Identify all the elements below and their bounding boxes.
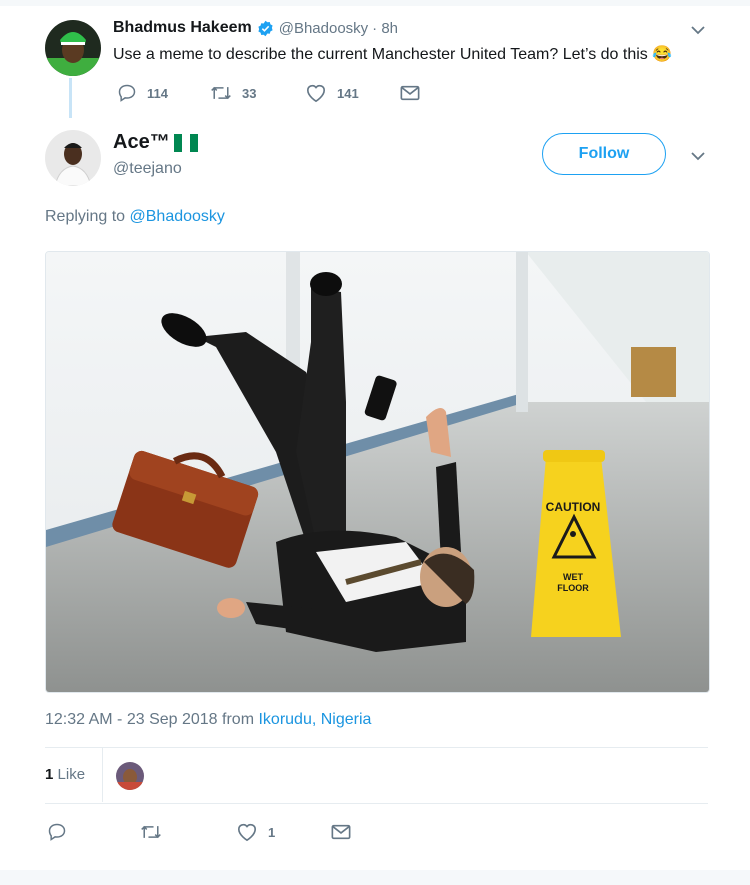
top-strip (0, 0, 750, 6)
message-icon[interactable] (331, 823, 351, 841)
sign-caution-text: CAUTION (546, 500, 601, 514)
liker-avatar[interactable] (116, 762, 144, 790)
like-stat-count: 1 (45, 766, 54, 783)
reply-icon[interactable] (117, 83, 137, 103)
chevron-down-icon[interactable] (690, 150, 706, 162)
bottom-strip (0, 870, 750, 885)
reply-author-name[interactable]: Ace™ (113, 131, 170, 154)
tweet-time[interactable]: · 8h (372, 20, 398, 37)
sign-wet-text: WET (563, 572, 583, 582)
sign-floor-text: FLOOR (557, 583, 589, 593)
reply-icon[interactable] (47, 822, 67, 842)
meme-image[interactable]: CAUTION WET FLOOR (45, 251, 710, 693)
like-action[interactable]: 141 (305, 83, 359, 103)
tweet-body: Use a meme to describe the current Manch… (113, 46, 648, 63)
retweet-icon[interactable] (140, 822, 162, 842)
heart-icon[interactable] (236, 822, 258, 842)
divider-top (45, 747, 708, 748)
reply-count: 114 (147, 85, 168, 101)
replying-handle-link[interactable]: @Bhadoosky (130, 208, 225, 225)
bottom-like-count: 1 (268, 824, 276, 840)
follow-button[interactable]: Follow (542, 133, 666, 175)
bottom-like-action[interactable]: 1 (236, 822, 275, 842)
laughing-emoji: 😂 (652, 46, 673, 63)
tweet-timestamp[interactable]: 12:32 AM - 23 Sep 2018 from (45, 711, 254, 728)
verified-icon (257, 20, 274, 37)
tweet-header: Bhadmus Hakeem @Bhadoosky · 8h (113, 19, 398, 37)
like-stat-divider (102, 748, 103, 802)
author-name[interactable]: Bhadmus Hakeem (113, 19, 252, 37)
chevron-down-icon[interactable] (690, 24, 706, 36)
message-icon[interactable] (400, 84, 420, 102)
heart-icon[interactable] (305, 83, 327, 103)
retweet-count: 33 (242, 85, 257, 101)
reply-author-row: Ace™ (113, 131, 198, 154)
replying-label: Replying to (45, 208, 126, 225)
avatar-bhadmus[interactable] (45, 20, 101, 76)
reply-author-handle[interactable]: @teejano (113, 160, 182, 178)
avatar-ace[interactable] (45, 130, 101, 186)
author-handle[interactable]: @Bhadoosky (279, 20, 368, 37)
thread-line (69, 78, 72, 118)
like-stats[interactable]: 1 Like (45, 766, 85, 783)
like-stat-label: Like (57, 766, 86, 783)
retweet-action[interactable]: 33 (210, 83, 256, 103)
like-count: 141 (337, 85, 359, 101)
tweet-location-link[interactable]: Ikorudu, Nigeria (258, 711, 371, 728)
nigeria-flag-icon (173, 133, 198, 152)
replying-to: Replying to @Bhadoosky (45, 208, 225, 226)
reply-action[interactable]: 114 (117, 83, 168, 103)
divider-bottom (45, 803, 708, 804)
tweet-text: Use a meme to describe the current Manch… (113, 44, 672, 64)
tweet-timestamp-row: 12:32 AM - 23 Sep 2018 from Ikorudu, Nig… (45, 711, 371, 729)
retweet-icon[interactable] (210, 83, 232, 103)
